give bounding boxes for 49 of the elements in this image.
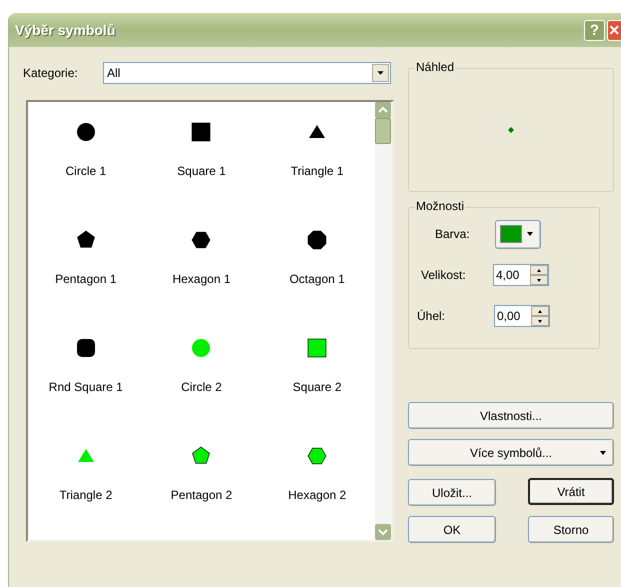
symbol-item[interactable]: Rnd Square 1 [28, 338, 144, 446]
symbol-label: Octagon 1 [289, 271, 345, 288]
symbol-item[interactable]: Triangle 1 [259, 122, 375, 230]
close-button[interactable]: × [607, 20, 621, 40]
symbol-label: Square 2 [292, 379, 342, 396]
symbol-item[interactable]: Circle 2 [144, 338, 260, 446]
symbol-label: Rnd Square 1 [48, 379, 123, 396]
reset-button[interactable]: Vrátit [528, 478, 614, 505]
save-button[interactable]: Uložit... [408, 479, 496, 506]
symbol-label: Triangle 2 [59, 487, 112, 504]
symbol-label: Pentagon 2 [170, 487, 232, 504]
symbol-item[interactable]: Hexagon 1 [144, 230, 260, 338]
caret-icon [527, 232, 533, 236]
size-field[interactable]: 4,00 [493, 264, 549, 286]
color-picker[interactable] [495, 220, 541, 248]
symbol-item[interactable]: Pentagon 1 [28, 230, 144, 338]
preview-title: Náhled [415, 61, 456, 73]
symbol-label: Square 1 [177, 163, 226, 180]
cancel-button[interactable]: Storno [528, 516, 614, 543]
symbol-label: Hexagon 2 [288, 487, 346, 504]
symbol-item[interactable]: Square 1 [144, 122, 260, 230]
spin-down-icon[interactable] [531, 316, 549, 326]
more-symbols-button[interactable]: Více symbolů... [408, 439, 614, 466]
symbol-label: Hexagon 1 [172, 271, 231, 288]
color-label: Barva: [434, 226, 471, 243]
spin-up-icon[interactable] [530, 265, 548, 275]
angle-field[interactable]: 0,00 [494, 305, 550, 327]
symbol-item[interactable]: Circle 1 [28, 122, 144, 230]
symbol-item[interactable]: Square 2 [259, 338, 375, 446]
symbol-label: Circle 2 [181, 379, 222, 396]
category-label: Kategorie: [23, 65, 79, 82]
symbol-item[interactable]: Hexagon 2 [259, 446, 375, 554]
caret-icon [600, 451, 606, 455]
options-title: Možnosti [415, 200, 466, 212]
symbol-item[interactable]: Pentagon 2 [144, 446, 260, 554]
symbol-label: Triangle 1 [290, 163, 344, 180]
window-title: Výběr symbolů [15, 20, 116, 40]
size-label: Velikost: [420, 267, 467, 284]
angle-label: Úhel: [416, 308, 446, 325]
symbol-label: Pentagon 1 [55, 271, 117, 288]
spin-up-icon[interactable] [531, 306, 549, 316]
symbol-label: Circle 1 [65, 163, 106, 180]
spin-down-icon[interactable] [530, 275, 548, 285]
scroll-thumb[interactable] [375, 118, 391, 144]
category-dropdown[interactable]: All [103, 62, 391, 84]
symbol-item[interactable]: Octagon 1 [259, 230, 375, 338]
ok-button[interactable]: OK [408, 516, 496, 543]
symbol-item[interactable]: Triangle 2 [28, 446, 144, 554]
properties-button[interactable]: Vlastnosti... [408, 402, 614, 429]
